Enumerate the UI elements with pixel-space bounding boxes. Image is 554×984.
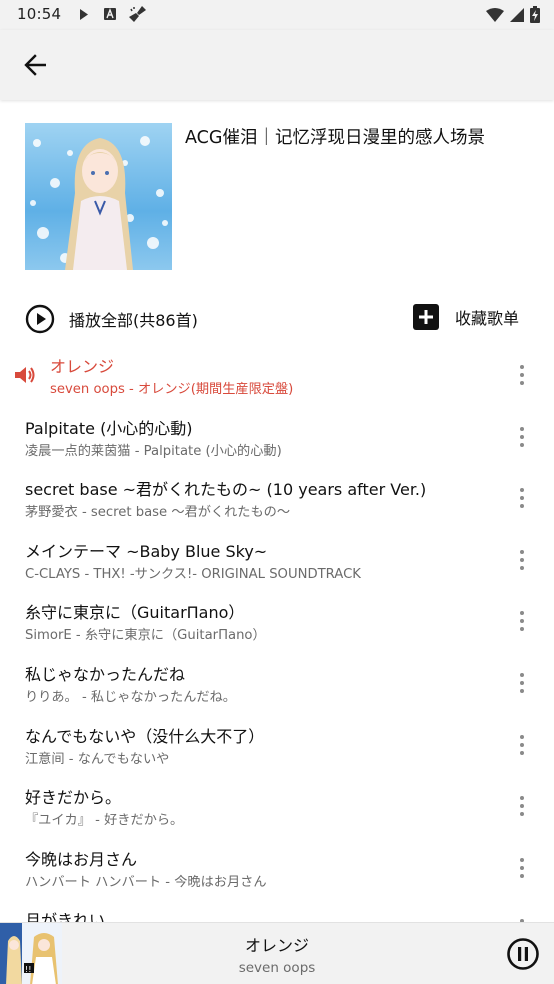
status-right-icons	[486, 6, 540, 23]
now-playing-artist: seven oops	[238, 960, 316, 976]
song-title: secret base ~君がくれたもの~ (10 years after Ve…	[25, 480, 427, 500]
song-item[interactable]: 糸守に東京に（GuitarПano） SimorE - 糸守に東京に（Guita…	[0, 591, 554, 653]
play-all-label: 播放全部(共86首)	[69, 311, 198, 330]
pause-circle-icon	[507, 938, 539, 970]
song-title: なんでもないや（没什么大不了）	[25, 726, 265, 746]
collect-playlist-button[interactable]: 收藏歌单	[412, 304, 519, 330]
song-title: 今晩はお月さん	[25, 849, 138, 869]
signal-icon	[510, 7, 524, 22]
song-subtitle: ハンバート ハンバート - 今晩はお月さん	[25, 874, 267, 890]
more-options-icon[interactable]	[516, 548, 528, 572]
song-subtitle: 茅野愛衣 - secret base 〜君がくれたもの〜	[25, 505, 291, 521]
play-all-button[interactable]: 播放全部(共86首)	[25, 304, 198, 334]
song-subtitle: C-CLAYS - THX! -サンクス!- ORIGINAL SOUNDTRA…	[25, 566, 361, 582]
app-bar	[0, 30, 554, 100]
playlist-title: ACG催泪｜记忆浮现日漫里的感人场景	[185, 128, 485, 148]
a-box-icon	[104, 8, 116, 20]
song-subtitle: seven oops - オレンジ(期間生産限定盤)	[50, 382, 294, 397]
song-title: 好きだから。	[25, 788, 122, 808]
song-subtitle: りりあ。 - 私じゃなかったんだね。	[25, 690, 236, 705]
more-options-icon[interactable]	[516, 363, 528, 387]
song-title: 月がきれい	[25, 911, 106, 923]
song-item[interactable]: 今晩はお月さん ハンバート ハンバート - 今晩はお月さん	[0, 838, 554, 900]
song-title: Palpitate (小心的心動)	[25, 418, 193, 438]
add-box-icon	[412, 304, 439, 330]
song-item[interactable]: 月がきれい	[0, 899, 554, 923]
song-item[interactable]: secret base ~君がくれたもの~ (10 years after Ve…	[0, 468, 554, 530]
more-options-icon[interactable]	[516, 671, 528, 695]
speaker-icon	[15, 367, 35, 383]
battery-charging-icon	[530, 6, 540, 23]
collect-label: 收藏歌单	[454, 309, 519, 328]
song-list: オレンジ seven oops - オレンジ(期間生産限定盤) Palpitat…	[0, 345, 554, 923]
more-options-icon[interactable]	[516, 609, 528, 633]
status-time: 10:54	[17, 5, 62, 23]
song-title: メインテーマ ~Baby Blue Sky~	[25, 541, 268, 561]
now-playing-title: オレンジ	[244, 936, 309, 955]
more-options-icon[interactable]	[516, 486, 528, 510]
wifi-icon	[486, 7, 504, 22]
back-button[interactable]	[18, 48, 52, 82]
more-options-icon[interactable]	[516, 794, 528, 818]
song-title: オレンジ	[50, 357, 115, 376]
song-item[interactable]: 私じゃなかったんだね りりあ。 - 私じゃなかったんだね。	[0, 653, 554, 715]
song-subtitle: 凌晨一点的莱茵猫 - Palpitate (小心的心動)	[25, 443, 282, 459]
song-item[interactable]: なんでもないや（没什么大不了） 江意间 - なんでもないや	[0, 715, 554, 777]
more-options-icon[interactable]	[516, 425, 528, 449]
song-subtitle: SimorE - 糸守に東京に（GuitarПano）	[25, 628, 266, 644]
song-item[interactable]: メインテーマ ~Baby Blue Sky~ C-CLAYS - THX! -サ…	[0, 530, 554, 592]
status-bar: 10:54	[0, 0, 554, 30]
song-title: 糸守に東京に（GuitarПano）	[25, 603, 245, 623]
more-options-icon[interactable]	[516, 856, 528, 880]
song-title: 私じゃなかったんだね	[25, 665, 186, 684]
song-subtitle: 『ユイカ』 - 好きだから。	[25, 813, 184, 829]
arrow-left-icon	[24, 54, 46, 76]
song-item[interactable]: 好きだから。 『ユイカ』 - 好きだから。	[0, 776, 554, 838]
song-item[interactable]: Palpitate (小心的心動) 凌晨一点的莱茵猫 - Palpitate (…	[0, 407, 554, 469]
mini-player[interactable]: !! オレンジ seven oops	[0, 922, 554, 984]
song-item-playing[interactable]: オレンジ seven oops - オレンジ(期間生産限定盤)	[0, 345, 554, 407]
more-options-icon[interactable]	[516, 733, 528, 757]
play-icon	[80, 9, 88, 20]
playlist-actions: 播放全部(共86首) 收藏歌单	[0, 302, 554, 340]
pause-button[interactable]	[506, 937, 540, 971]
broom-icon	[129, 6, 146, 22]
play-circle-icon	[25, 304, 55, 334]
song-subtitle: 江意间 - なんでもないや	[25, 751, 170, 767]
playlist-cover-image	[25, 123, 172, 270]
